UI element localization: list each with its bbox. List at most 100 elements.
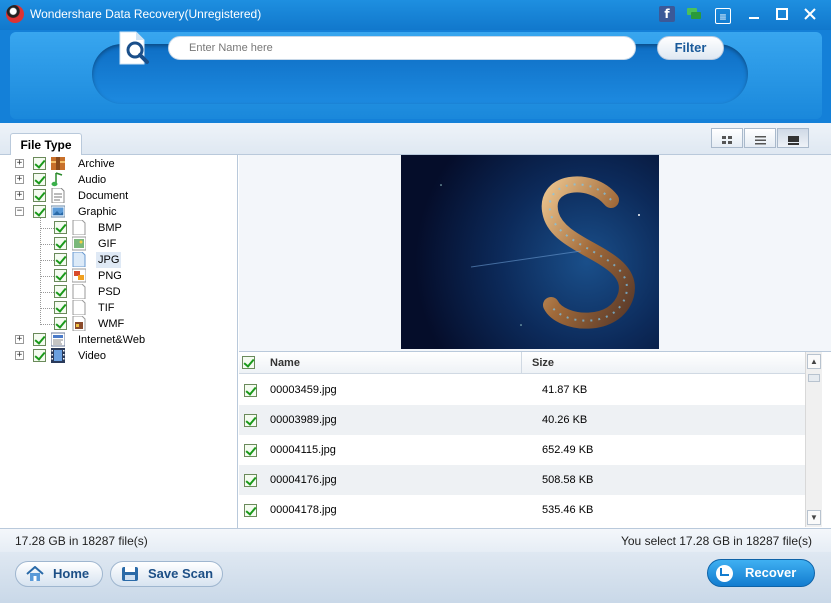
file-size: 652.49 KB [542, 444, 594, 456]
list-view-button[interactable] [744, 128, 776, 148]
file-size: 535.46 KB [542, 504, 594, 516]
feedback-icon[interactable] [686, 6, 702, 22]
document-checkbox[interactable] [33, 189, 46, 202]
file-name: 00003459.jpg [270, 384, 337, 396]
jpg-file-icon [72, 252, 86, 267]
table-row[interactable]: 00004178.jpg 535.46 KB [239, 495, 805, 525]
save-scan-button[interactable]: Save Scan [110, 561, 223, 587]
audio-checkbox[interactable] [33, 173, 46, 186]
tree-item-internet-web[interactable]: + Internet&Web [10, 332, 230, 348]
tree-item-label: Document [78, 190, 129, 202]
column-size-header[interactable]: Size [532, 357, 554, 369]
tree-item-label: Archive [78, 158, 115, 170]
document-icon [51, 188, 65, 203]
tree-item-tif[interactable]: TIF [10, 300, 230, 316]
search-input[interactable] [168, 36, 636, 60]
internet-icon [51, 332, 65, 347]
file-size: 40.26 KB [542, 414, 588, 426]
tif-file-icon [72, 300, 86, 315]
row-checkbox[interactable] [244, 384, 257, 397]
table-row[interactable]: 00004176.jpg 508.58 KB [239, 465, 805, 495]
tree-item-psd[interactable]: PSD [10, 284, 230, 300]
home-label: Home [53, 566, 90, 581]
preview-view-button[interactable] [777, 128, 809, 148]
column-name-header[interactable]: Name [270, 357, 300, 369]
expand-icon[interactable]: + [15, 351, 24, 360]
png-file-icon [72, 268, 86, 283]
list-icon [755, 134, 766, 145]
selection-status: You select 17.28 GB in 18287 file(s) [620, 534, 812, 548]
tree-item-label: Video [78, 350, 106, 362]
thumbnail-view-button[interactable] [711, 128, 743, 148]
tree-item-label: WMF [98, 318, 125, 330]
window-title: Wondershare Data Recovery(Unregistered) [30, 7, 262, 21]
tif-checkbox[interactable] [54, 301, 67, 314]
wmf-checkbox[interactable] [54, 317, 67, 330]
file-name: 00004115.jpg [270, 444, 336, 456]
tree-item-video[interactable]: + Video [10, 348, 230, 364]
recover-button[interactable]: Recover [707, 559, 815, 587]
tree-item-png[interactable]: PNG [10, 268, 230, 284]
select-all-checkbox[interactable] [242, 356, 255, 369]
row-checkbox[interactable] [244, 474, 257, 487]
internet-web-checkbox[interactable] [33, 333, 46, 346]
tree-item-audio[interactable]: + Audio [10, 172, 230, 188]
tree-item-label: JPG [96, 252, 122, 268]
video-checkbox[interactable] [33, 349, 46, 362]
scroll-up-icon[interactable]: ▲ [807, 354, 821, 369]
table-row[interactable]: 00003989.jpg 40.26 KB [239, 405, 805, 435]
minimize-icon[interactable] [746, 6, 762, 22]
table-row[interactable]: 00004115.jpg 652.49 KB [239, 435, 805, 465]
bmp-checkbox[interactable] [54, 221, 67, 234]
tree-item-label: GIF [98, 238, 117, 250]
row-checkbox[interactable] [244, 444, 257, 457]
preview-image [401, 155, 659, 349]
tree-item-gif[interactable]: GIF [10, 236, 230, 252]
row-checkbox[interactable] [244, 414, 257, 427]
tab-file-type[interactable]: File Type [10, 133, 82, 156]
expand-icon[interactable]: + [15, 175, 24, 184]
video-icon [51, 348, 65, 363]
tree-item-label: PSD [98, 286, 121, 298]
file-name: 00004178.jpg [270, 504, 337, 516]
file-size: 41.87 KB [542, 384, 588, 396]
archive-checkbox[interactable] [33, 157, 46, 170]
app-logo-icon [6, 5, 24, 23]
save-scan-label: Save Scan [148, 566, 214, 581]
jpg-checkbox[interactable] [54, 253, 67, 266]
tree-item-document[interactable]: + Document [10, 188, 230, 204]
expand-icon[interactable]: + [15, 335, 24, 344]
row-checkbox[interactable] [244, 504, 257, 517]
expand-icon[interactable]: + [15, 191, 24, 200]
vertical-scrollbar[interactable]: ▲ ▼ [805, 352, 822, 527]
maximize-icon[interactable] [774, 6, 790, 22]
close-icon[interactable] [802, 6, 818, 22]
gif-file-icon [72, 236, 86, 251]
tree-item-label: TIF [98, 302, 115, 314]
menu-icon[interactable]: ≡ [715, 8, 731, 24]
scroll-down-icon[interactable]: ▼ [807, 510, 821, 525]
tree-item-label: Audio [78, 174, 107, 186]
file-size: 508.58 KB [542, 474, 594, 486]
png-checkbox[interactable] [54, 269, 67, 282]
tree-item-archive[interactable]: + Archive [10, 156, 230, 172]
status-bar: 17.28 GB in 18287 file(s) You select 17.… [0, 528, 831, 552]
tab-row: File Type [0, 123, 831, 156]
tree-item-graphic[interactable]: − Graphic [10, 204, 230, 220]
tree-item-bmp[interactable]: BMP [10, 220, 230, 236]
gif-checkbox[interactable] [54, 237, 67, 250]
psd-checkbox[interactable] [54, 285, 67, 298]
file-name: 00003989.jpg [270, 414, 337, 426]
collapse-icon[interactable]: − [15, 207, 24, 216]
recover-icon [716, 565, 733, 582]
table-row[interactable]: 00003459.jpg 41.87 KB [239, 375, 805, 405]
graphic-checkbox[interactable] [33, 205, 46, 218]
tree-item-jpg[interactable]: JPG [10, 252, 230, 268]
home-button[interactable]: Home [15, 561, 103, 587]
expand-icon[interactable]: + [15, 159, 24, 168]
file-name: 00004176.jpg [270, 474, 337, 486]
scroll-thumb[interactable] [808, 374, 820, 382]
filter-button[interactable]: Filter [657, 36, 724, 60]
facebook-icon[interactable]: f [659, 6, 675, 22]
tree-item-wmf[interactable]: WMF [10, 316, 230, 332]
